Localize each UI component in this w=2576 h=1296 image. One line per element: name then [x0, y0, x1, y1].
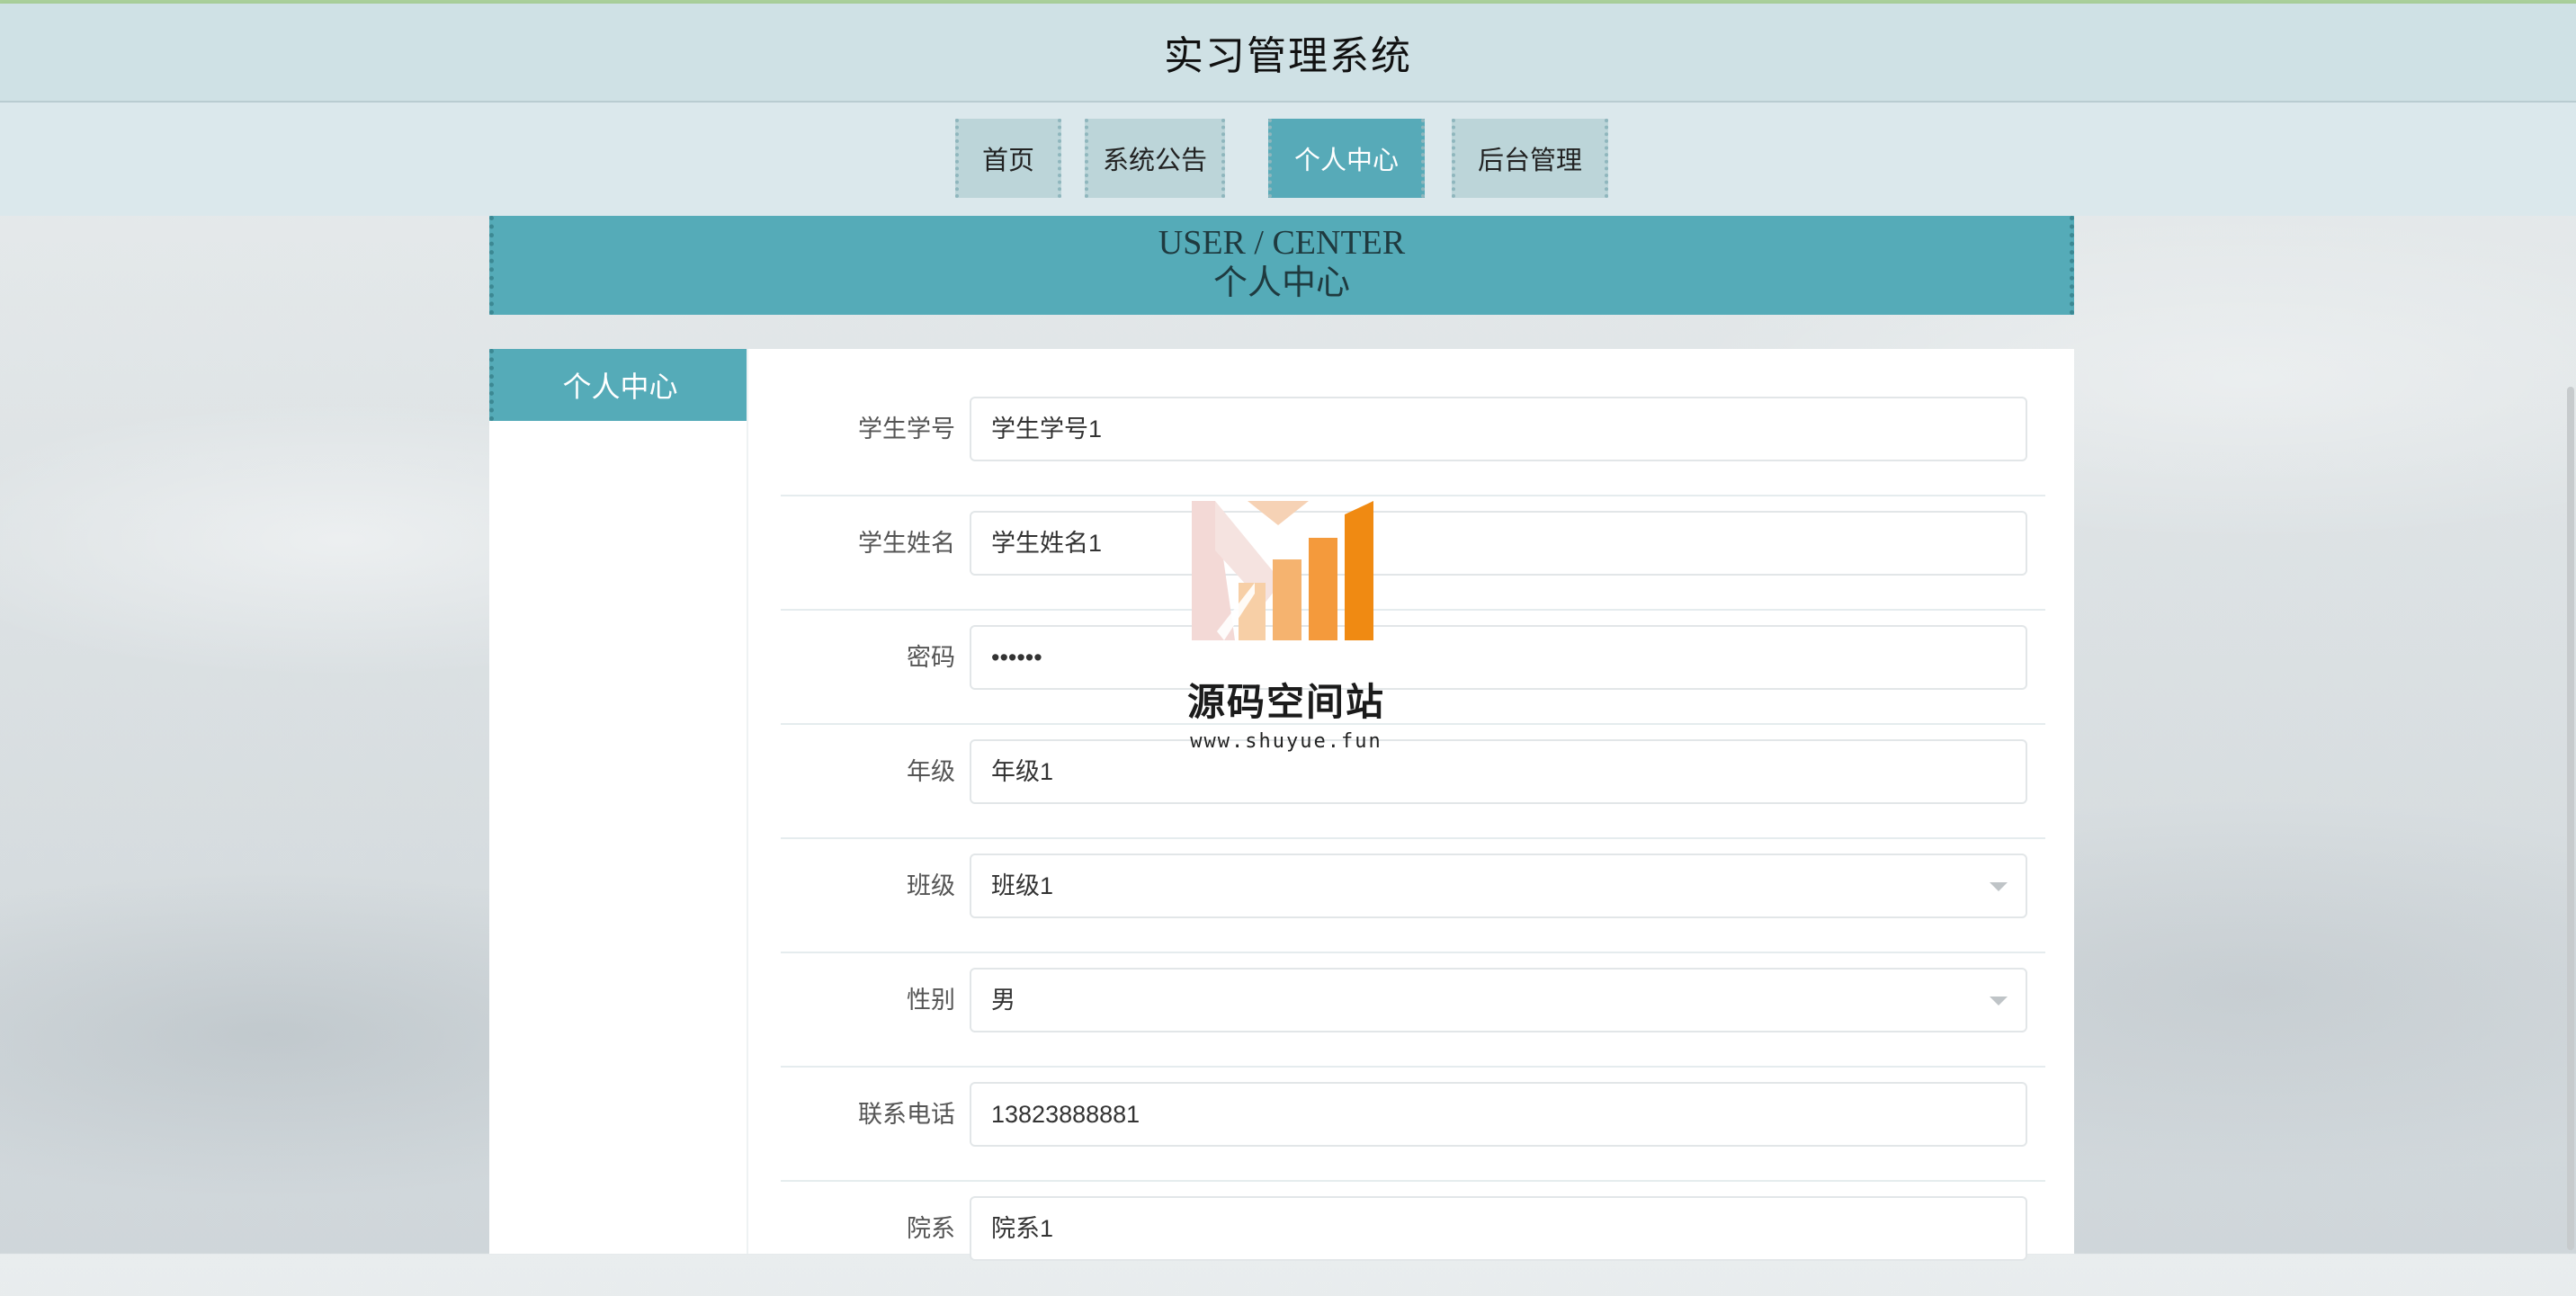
student-id-label: 学生学号 — [858, 416, 955, 442]
form-row-phone: 联系电话 13823888881 — [781, 1068, 2045, 1182]
form-row-grade: 年级 年级1 — [781, 725, 2045, 839]
form-row-student-id: 学生学号 学生学号1 — [781, 382, 2045, 496]
student-name-input[interactable]: 学生姓名1 — [970, 511, 2027, 576]
student-name-label: 学生姓名 — [858, 530, 955, 557]
banner-title-cn: 个人中心 — [1212, 264, 1350, 302]
form-row-class: 班级 班级1 — [781, 839, 2045, 953]
nav-item-announcements[interactable]: 系统公告 — [1085, 119, 1225, 198]
password-input[interactable]: •••••• — [970, 625, 2027, 690]
nav-item-user-center[interactable]: 个人中心 — [1268, 119, 1425, 198]
scrollbar-thumb[interactable] — [2567, 387, 2574, 1250]
form-row-password: 密码 •••••• — [781, 611, 2045, 725]
site-title: 实习管理系统 — [1164, 34, 1412, 78]
nav-bar: 首页 系统公告 个人中心 后台管理 — [0, 103, 2576, 216]
banner-title-en: USER / CENTER — [1158, 224, 1406, 262]
gender-label: 性别 — [907, 987, 955, 1014]
gender-select-value: 男 — [991, 987, 1015, 1014]
profile-form: 学生学号 学生学号1 学生姓名 学生姓名1 密码 •••••• 年级 年级1 班… — [747, 349, 2074, 1261]
sidebar: 个人中心 — [489, 349, 747, 1254]
department-input[interactable]: 院系1 — [970, 1196, 2027, 1261]
chevron-down-icon[interactable] — [1990, 882, 2008, 891]
phone-input[interactable]: 13823888881 — [970, 1082, 2027, 1147]
department-label: 院系 — [907, 1215, 955, 1242]
chevron-down-icon[interactable] — [1990, 997, 2008, 1006]
form-row-gender: 性别 男 — [781, 953, 2045, 1068]
section-banner: USER / CENTER 个人中心 — [489, 216, 2074, 315]
form-row-student-name: 学生姓名 学生姓名1 — [781, 496, 2045, 611]
nav-item-home[interactable]: 首页 — [955, 119, 1061, 198]
sidebar-item-user-center[interactable]: 个人中心 — [489, 349, 747, 421]
grade-label: 年级 — [907, 758, 955, 785]
student-id-input[interactable]: 学生学号1 — [970, 397, 2027, 461]
nav-item-admin[interactable]: 后台管理 — [1452, 119, 1608, 198]
phone-label: 联系电话 — [858, 1101, 955, 1128]
class-select[interactable]: 班级1 — [970, 854, 2027, 918]
class-label: 班级 — [907, 872, 955, 899]
grade-input[interactable]: 年级1 — [970, 739, 2027, 804]
class-select-value: 班级1 — [991, 872, 1054, 899]
gender-select[interactable]: 男 — [970, 968, 2027, 1032]
site-header: 实习管理系统 — [0, 4, 2576, 103]
password-label: 密码 — [907, 644, 955, 671]
form-row-department: 院系 院系1 — [781, 1182, 2045, 1296]
